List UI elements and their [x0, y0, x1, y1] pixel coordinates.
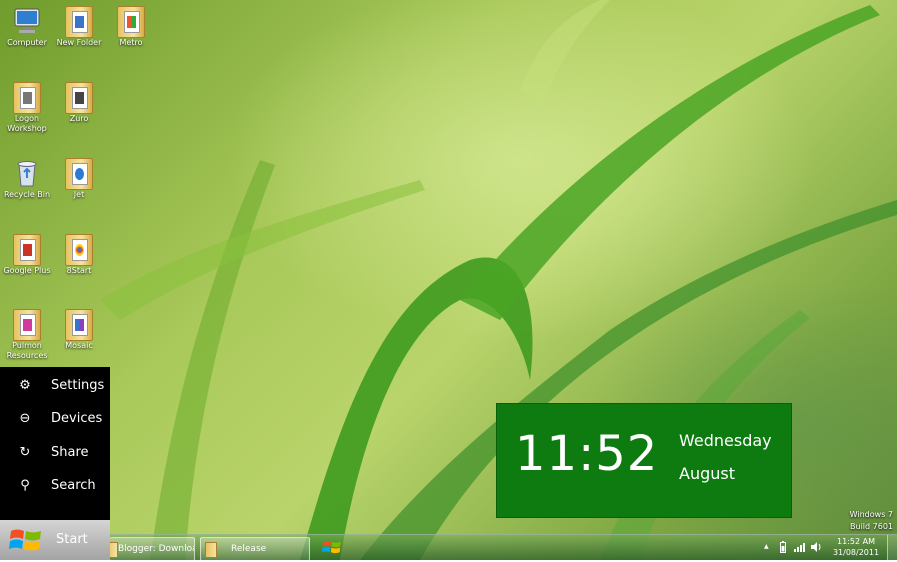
charm-devices[interactable]: ⊖ Devices	[0, 404, 110, 434]
clock-time: 11:52	[515, 426, 659, 482]
charm-label: Settings	[51, 378, 105, 393]
desktop-icon-google-plus[interactable]: Google Plus	[1, 234, 53, 276]
folder-icon	[117, 6, 145, 38]
desktop-icon-logon-workshop[interactable]: Logon Workshop	[1, 82, 53, 134]
devices-icon: ⊖	[19, 411, 31, 426]
desktop-icon-metro[interactable]: Metro	[105, 6, 157, 48]
desktop-icon-new-folder[interactable]: New Folder	[53, 6, 105, 48]
tray-date: 31/08/2011	[832, 548, 880, 557]
gear-icon: ⚙	[19, 378, 31, 393]
charm-share[interactable]: ↻ Share	[0, 438, 110, 468]
desktop-icon-mosaic[interactable]: Mosaic	[53, 309, 105, 351]
folder-icon	[13, 82, 41, 114]
folder-icon	[65, 309, 93, 341]
desktop-icon-label: Pulmon Resources	[6, 341, 48, 360]
desktop-icon-zuro[interactable]: Zuro	[53, 82, 105, 124]
clock-widget: 11:52 Wednesday August	[496, 403, 792, 518]
folder-icon	[13, 309, 41, 341]
taskbar-windows-button[interactable]	[322, 538, 344, 558]
taskbar-clock[interactable]: 11:52 AM 31/08/2011	[830, 536, 882, 558]
volume-icon[interactable]	[810, 541, 822, 555]
taskbar-item-release[interactable]: Release	[200, 537, 310, 561]
charm-label: Share	[51, 445, 89, 460]
folder-icon	[205, 542, 217, 558]
charm-label: Devices	[51, 411, 103, 426]
desktop-icon-label: New Folder	[56, 38, 102, 47]
charm-search[interactable]: ⚲ Search	[0, 471, 110, 501]
desktop-icon-computer[interactable]: Computer	[1, 6, 53, 48]
folder-icon	[110, 542, 118, 558]
charms-bar: ⚙ Settings ⊖ Devices ↻ Share ⚲ Search	[0, 367, 110, 520]
desktop-icon-label: Mosaic	[65, 341, 93, 350]
clock-month: August	[679, 464, 735, 483]
taskbar-item-blogger[interactable]: Blogger: Downloa...	[110, 537, 195, 561]
windows-logo-icon	[322, 540, 341, 554]
clock-day: Wednesday	[679, 431, 772, 450]
task-label: Blogger: Downloa...	[118, 544, 194, 554]
desktop-icon-jet[interactable]: Jet	[53, 158, 105, 200]
taskbar: Blogger: Downloa... Release ▲ 11:52 AM 3…	[110, 534, 897, 561]
battery-icon[interactable]	[780, 541, 786, 555]
desktop-icon-label: Jet	[73, 190, 85, 199]
folder-icon	[65, 158, 93, 190]
watermark-line1: Windows 7	[849, 510, 893, 519]
search-icon: ⚲	[20, 478, 30, 493]
desktop-icon-label: Metro	[119, 38, 143, 47]
desktop-icon-pulmon-resources[interactable]: Pulmon Resources	[1, 309, 53, 361]
network-icon[interactable]	[794, 542, 806, 554]
watermark-line2: Build 7601	[850, 522, 893, 531]
show-hidden-icons-button[interactable]: ▲	[764, 543, 769, 550]
share-icon: ↻	[19, 445, 31, 460]
desktop-icon-label: Zuro	[69, 114, 89, 123]
windows-version-watermark: Windows 7 Build 7601	[850, 509, 893, 533]
computer-icon	[12, 6, 42, 36]
folder-icon	[65, 82, 93, 114]
desktop-icon-label: 8Start	[66, 266, 92, 275]
task-label: Release	[231, 544, 267, 554]
windows-logo-icon	[9, 529, 41, 551]
charm-label: Search	[51, 478, 96, 493]
charm-settings[interactable]: ⚙ Settings	[0, 371, 110, 401]
folder-icon	[13, 234, 41, 266]
folder-icon	[65, 234, 93, 266]
desktop-icon-label: Logon Workshop	[7, 114, 47, 133]
tray-time: 11:52 AM	[837, 537, 875, 546]
desktop-icon-recycle-bin[interactable]: Recycle Bin	[1, 158, 53, 200]
start-button[interactable]: Start	[0, 520, 110, 560]
desktop-icon-8start[interactable]: 8Start	[53, 234, 105, 276]
show-desktop-button[interactable]	[887, 535, 897, 561]
recycle-bin-icon	[12, 158, 42, 188]
desktop-icon-label: Computer	[7, 38, 47, 47]
desktop-icon-label: Recycle Bin	[3, 190, 51, 199]
start-label: Start	[56, 532, 88, 547]
desktop-icon-label: Google Plus	[3, 266, 51, 275]
folder-icon	[65, 6, 93, 38]
